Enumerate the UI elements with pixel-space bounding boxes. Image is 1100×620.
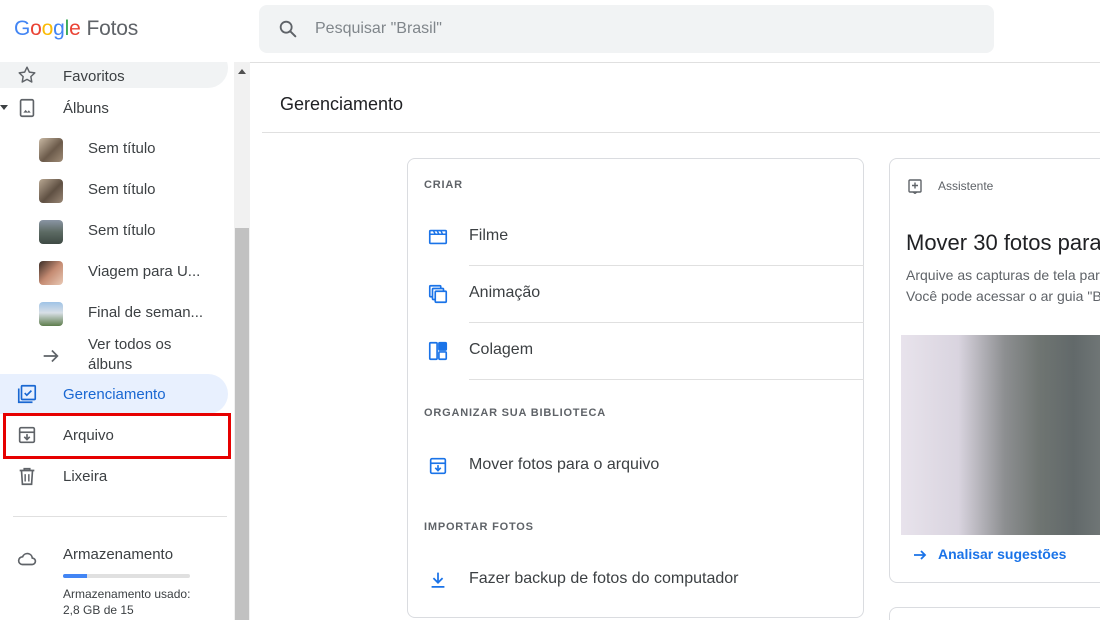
- review-suggestions-link[interactable]: Analisar sugestões: [938, 546, 1066, 562]
- red-highlight-box: [3, 413, 231, 459]
- backup-from-computer-item[interactable]: Fazer backup de fotos do computador: [408, 552, 864, 609]
- sidebar-item-albums[interactable]: Álbuns: [0, 88, 228, 128]
- row-divider: [469, 379, 864, 380]
- assistant-label: Assistente: [938, 179, 994, 193]
- sidebar-item-favorites[interactable]: Favoritos: [0, 62, 228, 88]
- album-icon: [19, 98, 35, 118]
- create-item-label: Filme: [469, 227, 509, 244]
- header: Google Fotos: [0, 0, 1100, 62]
- page-title: Gerenciamento: [280, 94, 404, 114]
- album-label: Final de seman...: [88, 304, 204, 321]
- star-icon: [18, 66, 36, 83]
- management-card: CRIAR Filme Animação Colagem ORGANIZAR S…: [407, 158, 864, 618]
- scrollbar-thumb[interactable]: [235, 228, 249, 620]
- section-heading-import: IMPORTAR FOTOS: [424, 521, 534, 533]
- album-label: Sem título: [88, 140, 156, 157]
- album-item[interactable]: Sem título: [0, 170, 228, 211]
- create-collage-item[interactable]: Colagem: [408, 323, 864, 380]
- sidebar: Favoritos Álbuns Sem título Sem título S…: [0, 62, 234, 620]
- all-albums-label: Ver todos os álbuns: [88, 336, 172, 373]
- create-item-label: Colagem: [469, 341, 534, 358]
- title-divider: [262, 132, 1100, 133]
- album-thumbnail: [39, 220, 63, 244]
- import-item-label: Fazer backup de fotos do computador: [469, 570, 739, 587]
- archive-icon: [429, 457, 447, 475]
- sidebar-item-label: Gerenciamento: [63, 385, 166, 403]
- sidebar-item-management[interactable]: Gerenciamento: [0, 374, 228, 414]
- assistant-card: Assistente Mover 30 fotos para Arquive a…: [889, 158, 1100, 583]
- storage-used-text: Armazenamento usado: 2,8 GB de 15: [63, 587, 191, 617]
- album-thumbnail: [39, 138, 63, 162]
- album-item[interactable]: Final de seman...: [0, 293, 228, 334]
- storage-progress-bar: [63, 574, 190, 578]
- sidebar-scrollbar[interactable]: [234, 62, 250, 620]
- album-item[interactable]: Viagem para U...: [0, 252, 228, 293]
- create-item-label: Animação: [469, 284, 541, 301]
- suggestion-preview-image[interactable]: [901, 335, 1100, 535]
- move-to-archive-item[interactable]: Mover fotos para o arquivo: [408, 438, 864, 495]
- main-content: Gerenciamento CRIAR Filme Animação Colag…: [250, 62, 1100, 620]
- sidebar-item-all-albums[interactable]: Ver todos os álbuns: [0, 333, 228, 377]
- storage-progress-fill: [63, 574, 88, 578]
- album-thumbnail: [39, 179, 63, 203]
- assistant-description: Arquive as capturas de tela para Fotos. …: [906, 267, 1100, 304]
- album-thumbnail: [39, 302, 63, 326]
- assistant-title: Mover 30 fotos para: [906, 230, 1100, 255]
- album-label: Sem título: [88, 181, 156, 198]
- assistant-icon: [908, 179, 922, 194]
- management-icon: [17, 384, 37, 404]
- album-label: Viagem para U...: [88, 263, 201, 280]
- search-input[interactable]: [315, 17, 915, 41]
- organize-item-label: Mover fotos para o arquivo: [469, 456, 660, 473]
- scroll-up-arrow-icon[interactable]: [238, 69, 246, 74]
- storage-title: Armazenamento: [63, 546, 174, 563]
- movie-icon: [428, 229, 448, 245]
- create-movie-item[interactable]: Filme: [408, 209, 864, 266]
- download-icon: [431, 572, 445, 588]
- sidebar-item-label: Álbuns: [63, 99, 109, 117]
- section-heading-create: CRIAR: [424, 179, 463, 191]
- next-card: [889, 607, 1100, 620]
- chevron-down-icon[interactable]: [0, 105, 8, 110]
- album-item[interactable]: Sem título: [0, 211, 228, 252]
- search-box[interactable]: [259, 5, 994, 53]
- create-animation-item[interactable]: Animação: [408, 266, 864, 323]
- arrow-right-icon: [43, 349, 59, 363]
- sidebar-item-label: Lixeira: [63, 467, 108, 485]
- sidebar-item-label: Favoritos: [63, 68, 125, 85]
- collage-icon: [428, 341, 448, 361]
- sidebar-divider: [13, 516, 227, 517]
- album-thumbnail: [39, 261, 63, 285]
- sidebar-item-trash[interactable]: Lixeira: [0, 456, 228, 496]
- product-name: Fotos: [86, 17, 139, 40]
- arrow-right-icon: [914, 550, 927, 560]
- trash-icon: [19, 467, 35, 486]
- album-item[interactable]: Sem título: [0, 129, 228, 170]
- section-heading-organize: ORGANIZAR SUA BIBLIOTECA: [424, 407, 606, 419]
- cloud-icon: [17, 552, 37, 566]
- search-icon[interactable]: [277, 18, 299, 40]
- album-label: Sem título: [88, 222, 156, 239]
- animation-icon: [428, 284, 448, 304]
- google-photos-logo[interactable]: Google Fotos: [14, 17, 138, 41]
